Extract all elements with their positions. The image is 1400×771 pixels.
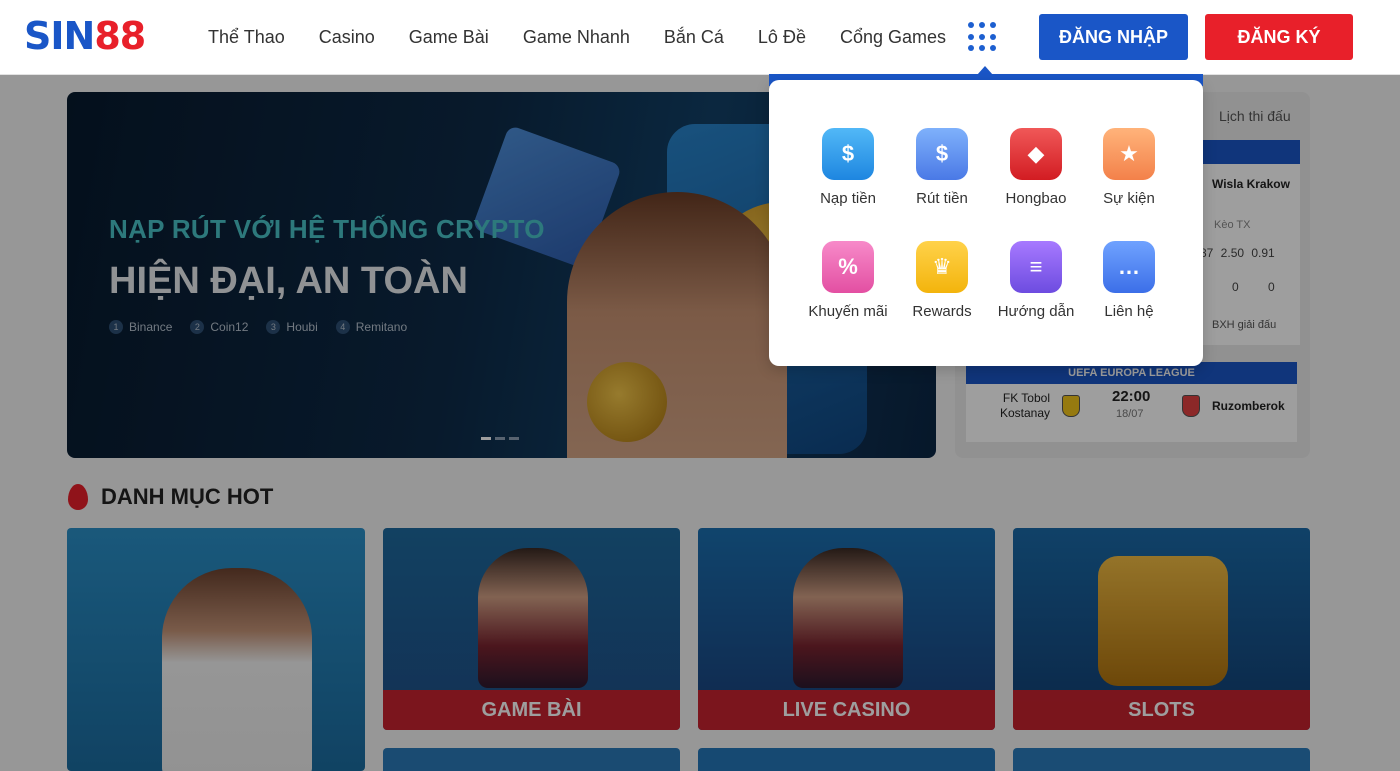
menu-item-label: Hướng dẫn — [997, 303, 1075, 320]
calendar-icon: ★ — [1103, 128, 1155, 180]
chat-icon: … — [1103, 241, 1155, 293]
menu-item-label: Sự kiện — [1103, 190, 1155, 207]
nav-game-bai[interactable]: Game Bài — [409, 26, 489, 48]
menu-item-khuyen-mai[interactable]: % Khuyến mãi — [801, 241, 895, 320]
menu-item-label: Rút tiền — [916, 190, 968, 207]
menu-item-lien-he[interactable]: … Liên hệ — [1082, 241, 1176, 320]
menu-item-huong-dan[interactable]: ≡ Hướng dẫn — [989, 241, 1083, 320]
logo-text-sin: SIN — [24, 14, 95, 58]
deposit-icon: $ — [822, 128, 874, 180]
guide-icon: ≡ — [1010, 241, 1062, 293]
header-content: SIN88 Thể Thao Casino Game Bài Game Nhan… — [0, 0, 1400, 75]
nav-the-thao[interactable]: Thể Thao — [208, 26, 285, 48]
withdraw-icon: $ — [916, 128, 968, 180]
menu-item-su-kien[interactable]: ★ Sự kiện — [1082, 128, 1176, 207]
menu-item-label: Nạp tiền — [820, 190, 876, 207]
main-nav: Thể Thao Casino Game Bài Game Nhanh Bắn … — [208, 26, 980, 48]
menu-item-label: Liên hệ — [1104, 303, 1154, 320]
nav-cong-games[interactable]: Cổng Games — [840, 26, 946, 48]
menu-item-rut-tien[interactable]: $ Rút tiền — [895, 128, 989, 207]
menu-item-label: Hongbao — [1005, 190, 1067, 207]
nav-ban-ca[interactable]: Bắn Cá — [664, 26, 724, 48]
quick-menu-dropdown: $ Nạp tiền $ Rút tiền ◆ Hongbao ★ Sự kiệ… — [769, 80, 1203, 366]
menu-item-hongbao[interactable]: ◆ Hongbao — [989, 128, 1083, 207]
sin88-logo[interactable]: SIN88 — [24, 14, 146, 58]
red-envelope-icon: ◆ — [1010, 128, 1062, 180]
register-button[interactable]: ĐĂNG KÝ — [1205, 14, 1353, 60]
menu-item-label: Khuyến mãi — [808, 303, 888, 320]
menu-item-rewards[interactable]: ♛ Rewards — [895, 241, 989, 320]
logo-text-88: 88 — [94, 14, 146, 58]
promotion-icon: % — [822, 241, 874, 293]
menu-item-label: Rewards — [912, 303, 972, 320]
nav-lo-de[interactable]: Lô Đề — [758, 26, 806, 48]
crown-icon: ♛ — [916, 241, 968, 293]
menu-item-nap-tien[interactable]: $ Nạp tiền — [801, 128, 895, 207]
grid-icon[interactable] — [968, 22, 998, 52]
nav-casino[interactable]: Casino — [319, 26, 375, 48]
nav-game-nhanh[interactable]: Game Nhanh — [523, 26, 630, 48]
login-button[interactable]: ĐĂNG NHẬP — [1039, 14, 1188, 60]
